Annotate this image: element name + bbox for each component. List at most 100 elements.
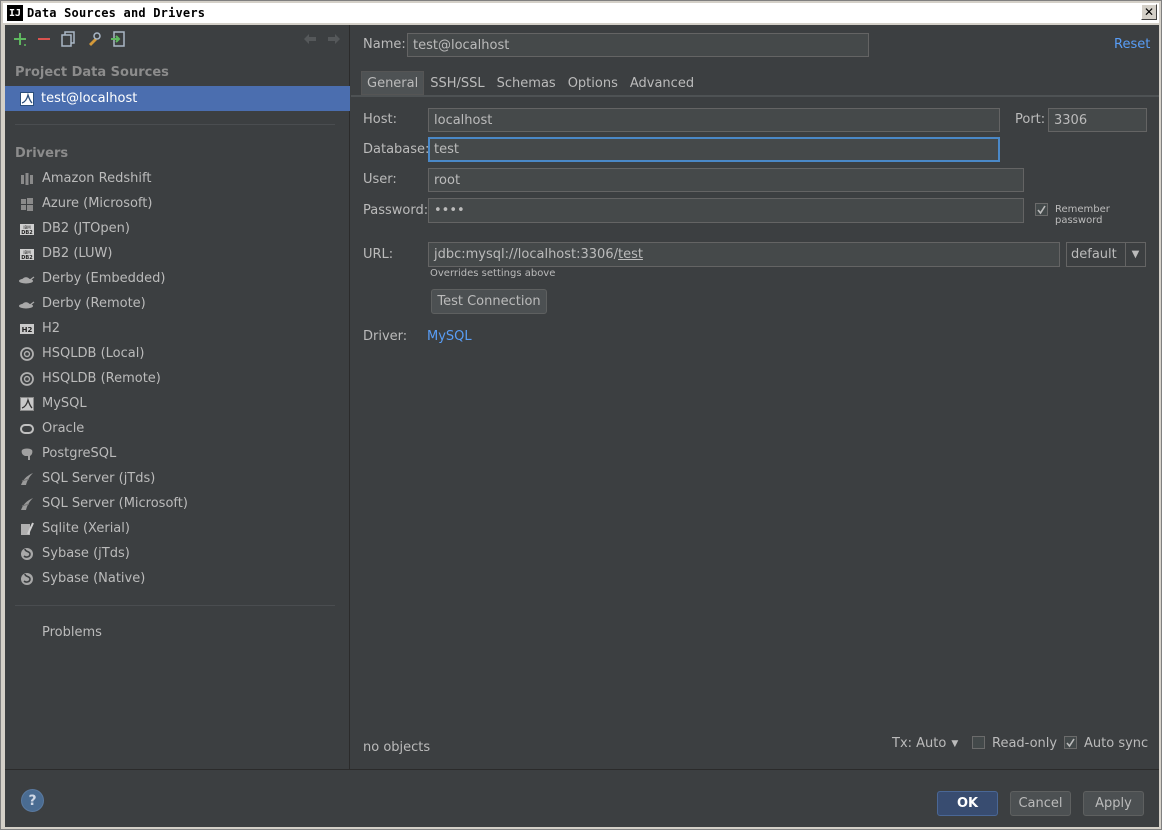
close-button[interactable]: ✕ xyxy=(1141,4,1157,20)
status-text: no objects xyxy=(363,740,431,755)
driver-item[interactable]: SQL Server (Microsoft) xyxy=(5,491,350,516)
remove-icon[interactable] xyxy=(35,30,53,48)
tab-ssh-ssl[interactable]: SSH/SSL xyxy=(424,71,491,95)
driver-label: Oracle xyxy=(42,421,85,436)
driver-label: MySQL xyxy=(42,396,87,411)
driver-item[interactable]: IBM DB2 DB2 (JTOpen) xyxy=(5,216,350,241)
derby-icon xyxy=(19,271,35,287)
driver-item[interactable]: PostgreSQL xyxy=(5,441,350,466)
driver-label: Driver: xyxy=(363,329,408,344)
button-bar: ? OK Cancel Apply xyxy=(5,769,1159,827)
driver-item[interactable]: Sybase (jTds) xyxy=(5,541,350,566)
cancel-button[interactable]: Cancel xyxy=(1010,791,1071,816)
tx-mode-dropdown[interactable]: Tx: Auto ▼ xyxy=(892,736,958,751)
driver-item[interactable]: SQL Server (jTds) xyxy=(5,466,350,491)
driver-label: Sybase (Native) xyxy=(42,571,146,586)
tx-mode-label: Tx: Auto xyxy=(892,736,947,751)
database-field[interactable]: test xyxy=(428,137,1000,162)
database-label: Database: xyxy=(363,142,430,157)
h2-icon: H2 xyxy=(19,321,35,337)
url-database: test xyxy=(617,247,643,262)
url-field[interactable]: jdbc:mysql://localhost:3306/test xyxy=(428,242,1060,267)
tab-bar: General SSH/SSL Schemas Options Advanced xyxy=(361,71,701,95)
driver-label: HSQLDB (Local) xyxy=(42,346,145,361)
driver-label: PostgreSQL xyxy=(42,446,117,461)
url-mode-select[interactable]: default ▼ xyxy=(1066,242,1146,267)
data-source-item-test-localhost[interactable]: test@localhost xyxy=(5,86,350,111)
ok-button[interactable]: OK xyxy=(937,791,998,816)
derby-icon xyxy=(19,296,35,312)
right-panel: Name: test@localhost Reset General SSH/S… xyxy=(351,25,1159,769)
driver-item[interactable]: Sqlite (Xerial) xyxy=(5,516,350,541)
tab-schemas[interactable]: Schemas xyxy=(490,71,562,95)
intellij-icon: IJ xyxy=(7,5,23,21)
sybase-icon xyxy=(19,546,35,562)
driver-label: Amazon Redshift xyxy=(42,171,152,186)
add-icon[interactable] xyxy=(11,30,29,48)
driver-link[interactable]: MySQL xyxy=(427,329,472,344)
port-label: Port: xyxy=(1015,112,1046,127)
driver-label: Derby (Remote) xyxy=(42,296,146,311)
read-only-label: Read-only xyxy=(992,736,1058,751)
driver-item[interactable]: IBM DB2 DB2 (LUW) xyxy=(5,241,350,266)
user-field[interactable]: root xyxy=(428,168,1024,192)
port-field[interactable]: 3306 xyxy=(1048,108,1147,132)
db2-icon: IBM DB2 xyxy=(19,221,35,237)
driver-item[interactable]: H2 H2 xyxy=(5,316,350,341)
overrides-note: Overrides settings above xyxy=(430,268,556,279)
driver-item[interactable]: Derby (Remote) xyxy=(5,291,350,316)
tab-advanced[interactable]: Advanced xyxy=(623,71,701,95)
user-label: User: xyxy=(363,172,397,187)
host-field[interactable]: localhost xyxy=(428,108,1000,132)
remember-password-label: Remember password xyxy=(1055,204,1110,226)
sqlserver-icon xyxy=(19,496,35,512)
sqlite-icon xyxy=(19,521,35,537)
driver-item[interactable]: Sybase (Native) xyxy=(5,566,350,591)
read-only-checkbox[interactable] xyxy=(972,736,985,749)
driver-label: DB2 (JTOpen) xyxy=(42,221,130,236)
settings-icon[interactable] xyxy=(85,30,103,48)
driver-label: Derby (Embedded) xyxy=(42,271,166,286)
copy-icon[interactable] xyxy=(59,30,77,48)
hsqldb-icon xyxy=(19,346,35,362)
window-title: Data Sources and Drivers xyxy=(27,6,206,20)
remember-password-checkbox[interactable] xyxy=(1035,203,1048,216)
password-label: Password: xyxy=(363,203,429,218)
db2-icon: IBM DB2 xyxy=(19,246,35,262)
tab-options[interactable]: Options xyxy=(561,71,624,95)
driver-item[interactable]: Oracle xyxy=(5,416,350,441)
password-field[interactable]: •••• xyxy=(428,198,1024,223)
driver-item[interactable]: Azure (Microsoft) xyxy=(5,191,350,216)
driver-label: Sqlite (Xerial) xyxy=(42,521,130,536)
driver-label: Sybase (jTds) xyxy=(42,546,130,561)
project-data-sources-title: Project Data Sources xyxy=(15,65,169,80)
test-connection-button[interactable]: Test Connection xyxy=(431,289,547,314)
driver-label: DB2 (LUW) xyxy=(42,246,113,261)
auto-sync-checkbox[interactable] xyxy=(1064,736,1077,749)
driver-item[interactable]: HSQLDB (Remote) xyxy=(5,366,350,391)
chevron-down-icon: ▼ xyxy=(1125,243,1145,266)
svg-text:DB2: DB2 xyxy=(21,230,33,236)
redshift-icon xyxy=(19,171,35,187)
help-button[interactable]: ? xyxy=(21,789,44,812)
tab-general[interactable]: General xyxy=(361,71,425,95)
import-icon[interactable] xyxy=(109,30,127,48)
driver-item[interactable]: MySQL xyxy=(5,391,350,416)
driver-item[interactable]: Amazon Redshift xyxy=(5,166,350,191)
back-icon[interactable] xyxy=(301,30,319,48)
divider xyxy=(15,124,335,125)
driver-item[interactable]: HSQLDB (Local) xyxy=(5,341,350,366)
name-field[interactable]: test@localhost xyxy=(407,33,869,57)
driver-item[interactable]: Derby (Embedded) xyxy=(5,266,350,291)
reset-link[interactable]: Reset xyxy=(1114,37,1150,52)
problems-item[interactable]: Problems xyxy=(42,625,102,640)
tab-underline xyxy=(351,95,1159,97)
driver-label: H2 xyxy=(42,321,61,336)
mysql-icon xyxy=(19,396,35,412)
sqlserver-icon xyxy=(19,471,35,487)
dialog-client: Project Data Sources test@localhost Driv… xyxy=(5,25,1159,827)
forward-icon[interactable] xyxy=(325,30,343,48)
host-label: Host: xyxy=(363,112,397,127)
sybase-icon xyxy=(19,571,35,587)
apply-button[interactable]: Apply xyxy=(1083,791,1144,816)
